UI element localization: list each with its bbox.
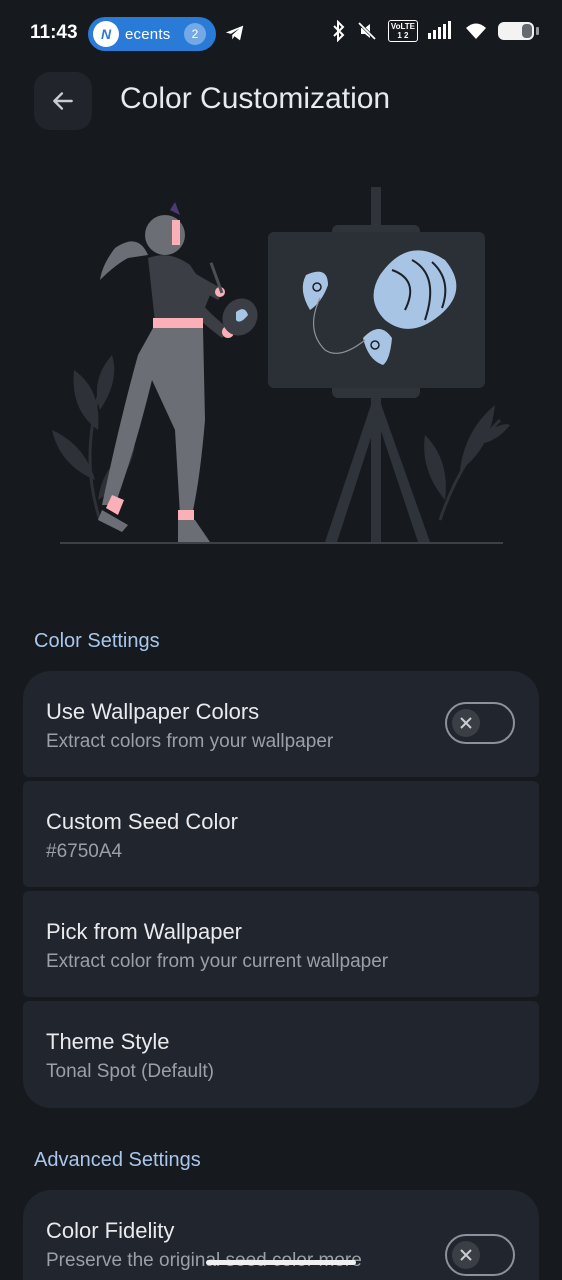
volte-icon: VoLTE 1 2 [387,20,418,42]
status-icons: VoLTE 1 2 [332,20,539,42]
theme-style-item[interactable]: Theme Style Tonal Spot (Default) [23,1001,539,1108]
painter-illustration [52,187,510,544]
close-icon [460,717,472,729]
gesture-nav-handle[interactable] [206,1260,356,1265]
arrow-back-icon [53,92,73,110]
close-icon [460,1249,472,1261]
notification-pill[interactable]: N ecents 2 [88,17,216,51]
item-subtitle: Extract color from your current wallpape… [46,951,389,972]
app-logo-icon: N [93,21,119,47]
back-button[interactable] [34,72,92,130]
status-time: 11:43 [30,22,78,43]
color-fidelity-switch[interactable] [445,1234,515,1276]
status-bar: 11:43 N ecents 2 VoLTE 1 2 [0,0,562,68]
color-fidelity-item[interactable]: Color Fidelity Preserve the original see… [23,1190,539,1280]
switch-thumb [452,709,480,737]
use-wallpaper-colors-switch[interactable] [445,702,515,744]
custom-seed-color-item[interactable]: Custom Seed Color #6750A4 [23,781,539,887]
telegram-icon [225,25,244,41]
item-title: Pick from Wallpaper [46,919,243,944]
switch-thumb [452,1241,480,1269]
section-header-advanced-settings: Advanced Settings [34,1149,201,1171]
item-subtitle: Extract colors from your wallpaper [46,731,334,752]
page-title: Color Customization [120,82,391,115]
item-title: Color Fidelity [46,1218,175,1243]
item-title: Use Wallpaper Colors [46,699,260,724]
use-wallpaper-colors-item[interactable]: Use Wallpaper Colors Extract colors from… [23,671,539,777]
item-subtitle: Tonal Spot (Default) [46,1061,214,1082]
item-title: Theme Style [46,1029,170,1054]
section-header-color-settings: Color Settings [34,630,160,652]
item-subtitle: #6750A4 [46,841,123,862]
notification-pill-label: ecents [125,25,171,43]
bluetooth-icon [333,20,345,42]
signal-icon [428,21,451,39]
item-title: Custom Seed Color [46,809,238,834]
pick-from-wallpaper-item[interactable]: Pick from Wallpaper Extract color from y… [23,891,539,997]
wifi-icon [466,23,486,39]
battery-icon [498,22,539,40]
mute-icon [357,21,376,41]
notification-count-badge: 2 [184,23,206,45]
